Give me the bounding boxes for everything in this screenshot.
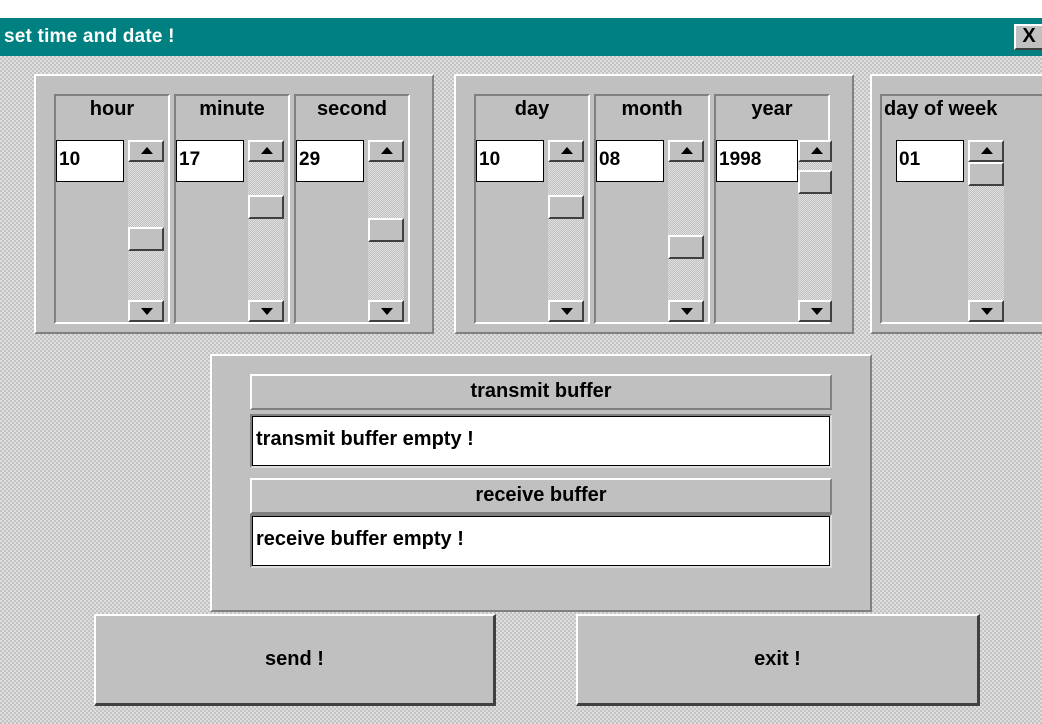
- arrow-down-icon: [381, 308, 393, 315]
- day-label: day: [514, 98, 550, 120]
- receive-buffer-label: receive buffer: [250, 478, 832, 514]
- second-field[interactable]: 29: [296, 140, 364, 182]
- month-scroll-down-button[interactable]: [668, 300, 704, 322]
- weekday-scrollbar[interactable]: [968, 140, 1004, 322]
- minute-column: minute 17: [174, 94, 290, 324]
- month-scroll-up-button[interactable]: [668, 140, 704, 162]
- year-scrollbar[interactable]: [798, 140, 832, 322]
- second-scroll-down-button[interactable]: [368, 300, 404, 322]
- minute-label: minute: [199, 98, 265, 120]
- day-scroll-down-button[interactable]: [548, 300, 584, 322]
- minute-scroll-down-button[interactable]: [248, 300, 284, 322]
- set-time-date-window: set time and date ! X hour 10 minute 17: [0, 18, 1042, 724]
- hour-scrollbar[interactable]: [128, 140, 164, 322]
- weekday-scroll-thumb[interactable]: [968, 162, 1004, 186]
- title-bar: set time and date ! X: [0, 18, 1042, 56]
- month-scrollbar[interactable]: [668, 140, 704, 322]
- arrow-up-icon: [981, 147, 993, 154]
- arrow-down-icon: [981, 308, 993, 315]
- day-column: day 10: [474, 94, 590, 324]
- send-button[interactable]: send !: [94, 614, 496, 706]
- arrow-down-icon: [811, 308, 823, 315]
- buffer-panel: transmit buffer transmit buffer empty ! …: [210, 354, 872, 612]
- day-scroll-up-button[interactable]: [548, 140, 584, 162]
- hour-scroll-up-button[interactable]: [128, 140, 164, 162]
- send-button-label: send !: [265, 648, 324, 670]
- transmit-buffer-label: transmit buffer: [250, 374, 832, 410]
- weekday-scroll-up-button[interactable]: [968, 140, 1004, 162]
- arrow-down-icon: [261, 308, 273, 315]
- year-scroll-thumb[interactable]: [798, 170, 832, 194]
- weekday-column: day of week 01: [880, 94, 1042, 324]
- close-icon: X: [1022, 25, 1036, 47]
- hour-field[interactable]: 10: [56, 140, 124, 182]
- day-scrollbar[interactable]: [548, 140, 584, 322]
- receive-buffer-field[interactable]: receive buffer empty !: [250, 514, 832, 568]
- hour-column: hour 10: [54, 94, 170, 324]
- month-column: month 08: [594, 94, 710, 324]
- hour-scroll-down-button[interactable]: [128, 300, 164, 322]
- arrow-down-icon: [141, 308, 153, 315]
- minute-field[interactable]: 17: [176, 140, 244, 182]
- transmit-buffer-field[interactable]: transmit buffer empty !: [250, 414, 832, 468]
- arrow-up-icon: [561, 147, 573, 154]
- year-scroll-up-button[interactable]: [798, 140, 832, 162]
- weekday-group: day of week 01: [870, 74, 1042, 334]
- arrow-up-icon: [261, 147, 273, 154]
- arrow-up-icon: [811, 147, 823, 154]
- second-scroll-up-button[interactable]: [368, 140, 404, 162]
- year-label: year: [751, 98, 793, 120]
- month-scroll-thumb[interactable]: [668, 235, 704, 259]
- window-title: set time and date !: [4, 26, 175, 47]
- minute-scrollbar[interactable]: [248, 140, 284, 322]
- arrow-up-icon: [141, 147, 153, 154]
- date-group: day 10 month 08 year 1998: [454, 74, 854, 334]
- weekday-label: day of week: [884, 98, 998, 120]
- exit-button-label: exit !: [754, 648, 801, 670]
- arrow-up-icon: [381, 147, 393, 154]
- minute-scroll-up-button[interactable]: [248, 140, 284, 162]
- second-label: second: [316, 98, 388, 120]
- weekday-field[interactable]: 01: [896, 140, 964, 182]
- arrow-up-icon: [681, 147, 693, 154]
- arrow-down-icon: [561, 308, 573, 315]
- exit-button[interactable]: exit !: [576, 614, 980, 706]
- second-column: second 29: [294, 94, 410, 324]
- second-scrollbar[interactable]: [368, 140, 404, 322]
- hour-scroll-thumb[interactable]: [128, 227, 164, 251]
- weekday-scroll-down-button[interactable]: [968, 300, 1004, 322]
- day-scroll-thumb[interactable]: [548, 195, 584, 219]
- year-scroll-down-button[interactable]: [798, 300, 832, 322]
- day-field[interactable]: 10: [476, 140, 544, 182]
- arrow-down-icon: [681, 308, 693, 315]
- month-label: month: [621, 98, 683, 120]
- time-group: hour 10 minute 17 second 29: [34, 74, 434, 334]
- minute-scroll-thumb[interactable]: [248, 195, 284, 219]
- year-column: year 1998: [714, 94, 832, 324]
- close-button[interactable]: X: [1014, 24, 1042, 50]
- month-field[interactable]: 08: [596, 140, 664, 182]
- year-field[interactable]: 1998: [716, 140, 798, 182]
- second-scroll-thumb[interactable]: [368, 218, 404, 242]
- hour-label: hour: [89, 98, 135, 120]
